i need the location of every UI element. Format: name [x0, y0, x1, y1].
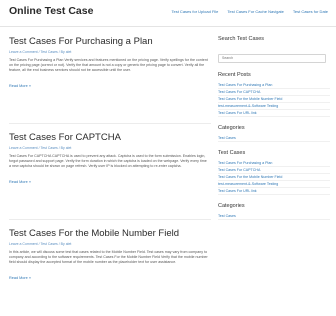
categories-list-2: Test Cases	[218, 213, 330, 220]
post-excerpt: Test Cases For CAPTCHA CAPTCHA is used t…	[9, 154, 207, 169]
search-widget-title: Search Test Cases	[218, 36, 265, 42]
post-list: Test Cases For Purchasing a Plan Leave a…	[9, 30, 211, 316]
recent-post-link[interactable]: Test Cases For the Mobile Number Field	[218, 96, 330, 103]
post-article: Test Cases For CAPTCHA Leave a Comment /…	[9, 132, 211, 220]
site-title[interactable]: Online Test Case	[9, 5, 93, 17]
nav-item-date[interactable]: Test Cases for Date	[293, 9, 328, 14]
post-title[interactable]: Test Cases For CAPTCHA	[9, 132, 211, 143]
category-link[interactable]: Test Cases	[218, 213, 330, 220]
recent-posts-title: Recent Posts	[218, 72, 251, 78]
search-input[interactable]	[218, 53, 326, 63]
category-link[interactable]: Test Cases	[218, 135, 330, 142]
test-case-link[interactable]: test-measurement-&-Software Testing	[218, 181, 330, 188]
recent-post-link[interactable]: test-measurement-&-Software Testing	[218, 103, 330, 110]
read-more-link[interactable]: Read More »	[9, 276, 31, 280]
test-case-link[interactable]: Test Cases For URL link	[218, 188, 330, 195]
post-meta: Leave a Comment / Test Cases / By alet	[9, 50, 72, 54]
site-header: Online Test Case Test Cases for Upload F…	[0, 0, 336, 27]
recent-post-link[interactable]: Test Cases For CAPTCHA	[218, 89, 330, 96]
categories-title: Categories	[218, 125, 245, 131]
post-article: Test Cases For Purchasing a Plan Leave a…	[9, 36, 211, 124]
main-nav: Test Cases for Upload File Test Cases Fo…	[171, 9, 328, 14]
categories-title-2: Categories	[218, 203, 245, 209]
recent-post-link[interactable]: Test Cases For Purchasing a Plan	[218, 82, 330, 89]
post-excerpt: Test Cases For Purchasing a Plan Verify …	[9, 58, 208, 73]
post-title[interactable]: Test Cases For Purchasing a Plan	[9, 36, 211, 47]
post-title[interactable]: Test Cases For the Mobile Number Field	[9, 228, 211, 239]
test-case-link[interactable]: Test Cases For the Mobile Number Field	[218, 174, 330, 181]
categories-list: Test Cases	[218, 135, 330, 142]
post-article: Test Cases For the Mobile Number Field L…	[9, 228, 211, 316]
read-more-link[interactable]: Read More »	[9, 84, 31, 88]
sidebar: Search Test Cases Recent Posts Test Case…	[218, 30, 330, 220]
test-case-link[interactable]: Test Cases For Purchasing a Plan	[218, 160, 330, 167]
nav-item-cache-navigate[interactable]: Test Cases For Cache Navigate	[227, 9, 283, 14]
post-excerpt: In this article, we will discuss some te…	[9, 250, 208, 265]
recent-post-link[interactable]: Test Cases For URL link	[218, 110, 330, 117]
test-cases-widget-title: Test Cases	[218, 150, 246, 156]
read-more-link[interactable]: Read More »	[9, 180, 31, 184]
test-cases-list: Test Cases For Purchasing a Plan Test Ca…	[218, 160, 330, 195]
post-meta: Leave a Comment / Test Cases / By alet	[9, 242, 72, 246]
recent-posts-list: Test Cases For Purchasing a Plan Test Ca…	[218, 82, 330, 117]
test-case-link[interactable]: Test Cases For CAPTCHA	[218, 167, 330, 174]
post-meta: Leave a Comment / Test Cases / By alet	[9, 146, 72, 150]
nav-item-upload-file[interactable]: Test Cases for Upload File	[171, 9, 218, 14]
